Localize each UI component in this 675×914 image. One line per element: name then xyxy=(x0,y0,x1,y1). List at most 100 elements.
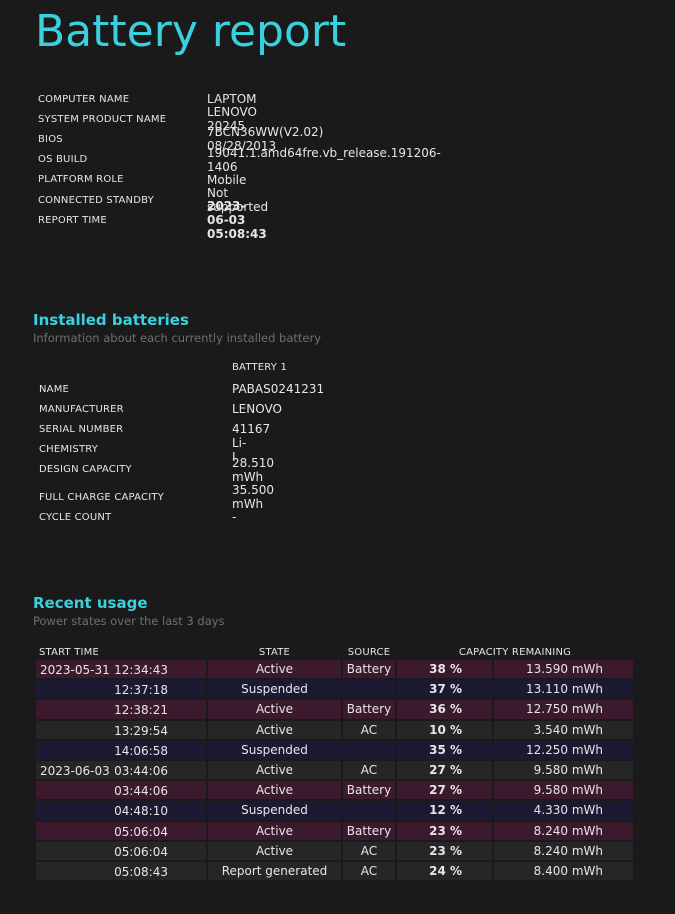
system-value: 19041.1.amd64fre.vb_release.191206-1406 xyxy=(207,145,441,174)
start-time: 12:34:43 xyxy=(114,663,168,677)
capacity-mwh-cell: 8.400 mWh xyxy=(494,861,633,883)
start-time-cell: 05:06:04 xyxy=(36,841,206,862)
source-cell: AC xyxy=(343,841,395,862)
table-row: 03:44:06 Active Battery 27 % 9.580 mWh xyxy=(36,781,633,802)
recent-usage-table: START TIME STATE SOURCE CAPACITY REMAINI… xyxy=(34,644,635,883)
state-cell: Active xyxy=(208,821,341,842)
state-cell: Suspended xyxy=(208,801,341,822)
battery-value: 28.510 mWh xyxy=(232,455,274,484)
start-time-cell: 14:06:58 xyxy=(36,740,206,761)
start-date: 2023-06-03 xyxy=(40,763,110,778)
state-cell: Active xyxy=(208,841,341,862)
battery-value: LENOVO xyxy=(232,402,282,417)
battery-label: MANUFACTURER xyxy=(39,403,124,415)
capacity-percent-cell: 35 % xyxy=(397,740,492,761)
battery-label: CYCLE COUNT xyxy=(39,511,112,523)
header-start-time: START TIME xyxy=(39,646,100,658)
system-row-report-time: REPORT TIME 2023-06-03 05:08:43 xyxy=(38,199,267,241)
start-time: 03:44:06 xyxy=(114,763,168,778)
system-label: SYSTEM PRODUCT NAME xyxy=(38,113,167,125)
system-row-platform-role: PLATFORM ROLE Mobile xyxy=(38,170,246,190)
system-label: BIOS xyxy=(38,133,63,145)
installed-batteries-title: Installed batteries xyxy=(33,311,189,329)
system-value: Mobile xyxy=(207,172,247,187)
battery-row-name: NAME PABAS0241231 xyxy=(39,379,324,399)
state-cell: Report generated xyxy=(208,861,341,883)
capacity-mwh-cell: 13.110 mWh xyxy=(494,680,633,701)
source-cell: Battery xyxy=(343,781,395,802)
capacity-mwh-cell: 9.580 mWh xyxy=(494,781,633,802)
start-time: 13:29:54 xyxy=(114,723,168,738)
capacity-percent-cell: 37 % xyxy=(397,680,492,701)
system-label: REPORT TIME xyxy=(38,214,107,226)
capacity-percent-cell: 24 % xyxy=(397,861,492,883)
capacity-mwh-cell: 13.590 mWh xyxy=(494,660,633,681)
start-date: 2023-05-31 xyxy=(40,663,110,677)
battery-value: 35.500 mWh xyxy=(232,483,274,512)
state-cell: Active xyxy=(208,700,341,721)
capacity-mwh-cell: 12.750 mWh xyxy=(494,700,633,721)
capacity-percent-cell: 27 % xyxy=(397,760,492,782)
battery-label: NAME xyxy=(39,383,70,395)
start-time-cell: 12:38:21 xyxy=(36,700,206,721)
start-time: 12:37:18 xyxy=(114,683,168,698)
start-time: 05:08:43 xyxy=(114,864,168,879)
header-source: SOURCE xyxy=(347,646,391,658)
start-time-cell: 13:29:54 xyxy=(36,720,206,741)
source-cell: AC xyxy=(343,760,395,782)
system-info: COMPUTER NAME LAPTOM SYSTEM PRODUCT NAME L… xyxy=(38,89,441,241)
battery-row-manufacturer: MANUFACTURER LENOVO xyxy=(39,399,282,419)
source-cell: AC xyxy=(343,861,395,883)
state-cell: Active xyxy=(208,760,341,782)
battery-label: CHEMISTRY xyxy=(39,444,99,456)
system-row-computer-name: COMPUTER NAME LAPTOM xyxy=(38,89,257,109)
capacity-mwh-cell: 8.240 mWh xyxy=(494,821,633,842)
capacity-percent-cell: 10 % xyxy=(397,720,492,741)
table-row: 14:06:58 Suspended 35 % 12.250 mWh xyxy=(36,740,633,761)
start-time-cell: 03:44:06 xyxy=(36,781,206,802)
table-row: 12:38:21 Active Battery 36 % 12.750 mWh xyxy=(36,700,633,721)
battery-label: DESIGN CAPACITY xyxy=(39,464,132,476)
system-label: PLATFORM ROLE xyxy=(38,174,124,186)
battery-value: 41167 xyxy=(232,422,271,437)
start-time-cell: 05:06:04 xyxy=(36,821,206,842)
battery-value: PABAS0241231 xyxy=(232,382,325,397)
battery-label: FULL CHARGE CAPACITY xyxy=(39,491,164,503)
system-label: COMPUTER NAME xyxy=(38,93,130,105)
state-cell: Active xyxy=(208,660,341,681)
table-row: 04:48:10 Suspended 12 % 4.330 mWh xyxy=(36,801,633,822)
capacity-percent-cell: 12 % xyxy=(397,801,492,822)
table-row: 05:06:04 Active AC 23 % 8.240 mWh xyxy=(36,841,633,862)
start-time: 14:06:58 xyxy=(114,743,168,758)
system-value: LAPTOM xyxy=(207,92,257,107)
start-time-cell: 2023-05-31 12:34:43 xyxy=(36,660,206,681)
capacity-percent-cell: 38 % xyxy=(397,660,492,681)
report-time-value: 2023-06-03 05:08:43 xyxy=(207,199,267,242)
table-row: 05:06:04 Active Battery 23 % 8.240 mWh xyxy=(36,821,633,842)
table-row: 05:08:43 Report generated AC 24 % 8.400 mWh xyxy=(36,861,633,883)
source-cell: Battery xyxy=(343,660,395,681)
source-cell xyxy=(343,801,395,822)
battery-row-serial: SERIAL NUMBER 41167 xyxy=(39,419,270,439)
capacity-percent-cell: 36 % xyxy=(397,700,492,721)
source-cell xyxy=(343,740,395,761)
battery-label: SERIAL NUMBER xyxy=(39,423,124,435)
start-time: 12:38:21 xyxy=(114,703,168,718)
source-cell: Battery xyxy=(343,700,395,721)
system-row-connected-standby: CONNECTED STANDBY Not supported xyxy=(38,186,268,214)
installed-batteries-subtitle: Information about each currently install… xyxy=(33,331,322,345)
table-row: 13:29:54 Active AC 10 % 3.540 mWh xyxy=(36,720,633,741)
table-row: 2023-06-03 03:44:06 Active AC 27 % 9.580 mWh xyxy=(36,760,633,782)
start-time: 05:06:04 xyxy=(114,844,168,859)
battery-row-chemistry: CHEMISTRY Li-I xyxy=(39,436,246,464)
capacity-mwh-cell: 9.580 mWh xyxy=(494,760,633,782)
table-header-row: START TIME STATE SOURCE CAPACITY REMAINI… xyxy=(36,644,633,660)
source-cell: Battery xyxy=(343,821,395,842)
table-row: 12:37:18 Suspended 37 % 13.110 mWh xyxy=(36,680,633,701)
capacity-percent-cell: 23 % xyxy=(397,841,492,862)
source-cell xyxy=(343,680,395,701)
state-cell: Suspended xyxy=(208,680,341,701)
start-time-cell: 05:08:43 xyxy=(36,861,206,883)
state-cell: Active xyxy=(208,720,341,741)
start-time-cell: 04:48:10 xyxy=(36,801,206,822)
